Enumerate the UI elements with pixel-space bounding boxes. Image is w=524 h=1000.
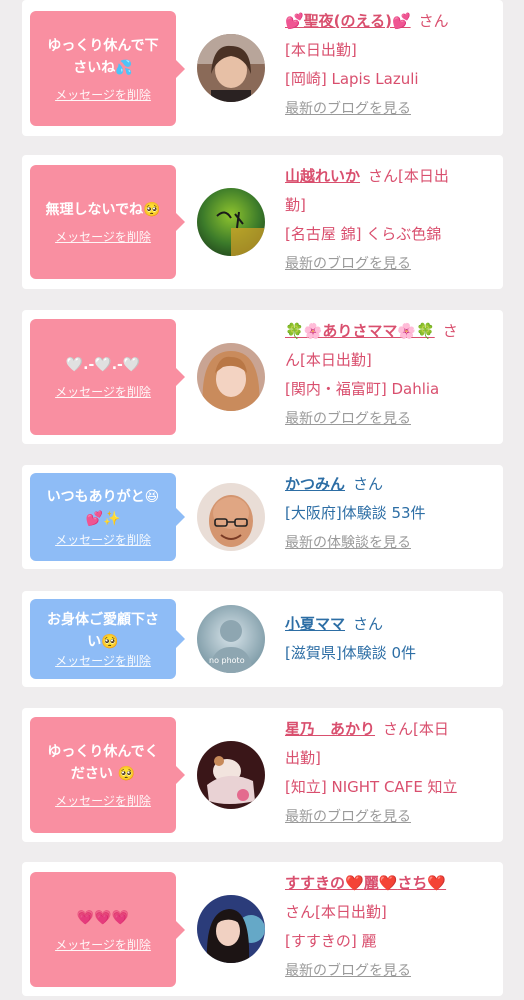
message-line: お身体ご愛顧下さ [47,612,159,628]
message-list: ゆっくり休んで下 さいね💦 メッセージを削除 💕聖夜(のえる)💕 さん [本日出勤… [0,0,524,1000]
message-card: いつもありがと😆 💕✨ メッセージを削除 かつみん さん [大阪府]体験談 53件… [22,465,503,569]
shop-text: [関内・福富町] Dahlia [285,380,440,398]
message-card: 💗💗💗 メッセージを削除 すすきの❤️麗❤️さち❤️ さん[本日出勤] [すすき… [22,862,503,996]
message-card: 🤍.-🤍.-🤍 メッセージを削除 🍀🌸ありさママ🌸🍀 さ ん[本日出勤] [関内・… [22,310,503,444]
user-name-link[interactable]: 💕聖夜(のえる)💕 [285,12,411,30]
status-text: さん[本日出勤] [285,903,387,921]
user-name-link[interactable]: 🍀🌸ありさママ🌸🍀 [285,322,435,340]
delete-message-link[interactable]: メッセージを削除 [55,793,151,809]
status-text: [本日出勤] [285,41,357,59]
honorific: さん [353,475,384,493]
message-bubble: 💗💗💗 メッセージを削除 [30,872,185,987]
avatar[interactable] [197,895,265,963]
user-info: 星乃 あかり さん[本日 出勤] [知立] NIGHT CAFE 知立 最新のブロ… [285,715,500,832]
message-line: ださい 🥺 [70,766,136,782]
user-name-link[interactable]: すすきの❤️麗❤️さち❤️ [285,874,446,892]
name-text: 麗 [363,874,379,892]
latest-blog-link[interactable]: 最新のブログを見る [285,101,411,117]
shop-text: [すすきの] 麗 [285,932,377,950]
message-text: ゆっくり休んでく ださい 🥺 [47,741,158,785]
latest-review-link[interactable]: 最新の体験談を見る [285,535,411,551]
message-bubble: お身体ご愛顧下さ い🥺 メッセージを削除 [30,599,185,679]
latest-blog-link[interactable]: 最新のブログを見る [285,256,411,272]
honorific: さ [442,322,458,340]
message-line: 💕✨ [85,511,121,527]
status-text: 勤] [285,196,306,214]
message-line: 💗💗💗 [76,909,130,926]
shop-text: [名古屋 錦] くらぶ色錦 [285,225,442,243]
message-bubble: ゆっくり休んで下 さいね💦 メッセージを削除 [30,11,185,126]
message-text: ゆっくり休んで下 さいね💦 [47,35,158,79]
message-bubble: 🤍.-🤍.-🤍 メッセージを削除 [30,319,185,435]
honorific: さん [353,615,384,633]
avatar[interactable] [197,343,265,411]
user-name-link[interactable]: 星乃 あかり [285,720,375,738]
message-line: さいね💦 [73,59,133,76]
message-card: お身体ご愛顧下さ い🥺 メッセージを削除 no photo 小夏ママ さん [滋… [22,591,503,687]
name-text: さち [397,874,428,892]
latest-blog-link[interactable]: 最新のブログを見る [285,411,411,427]
delete-message-link[interactable]: メッセージを削除 [55,87,151,103]
heart-icon: ❤️ [427,874,447,892]
user-name-link[interactable]: 小夏ママ [285,615,345,633]
message-text: お身体ご愛顧下さ い🥺 [47,609,159,653]
latest-blog-link[interactable]: 最新のブログを見る [285,809,411,825]
message-bubble: ゆっくり休んでく ださい 🥺 メッセージを削除 [30,717,185,833]
message-text: 無理しないでね🥺 [45,199,160,221]
user-info: 山越れいか さん[本日出 勤] [名古屋 錦] くらぶ色錦 最新のブログを見る [285,162,500,279]
heart-icon: ❤️ [378,874,398,892]
delete-message-link[interactable]: メッセージを削除 [55,532,151,548]
status-text: ん[本日出勤] [285,351,372,369]
message-card: ゆっくり休んでく ださい 🥺 メッセージを削除 星乃 あかり さん[本日 出勤] … [22,708,503,842]
message-text: 🤍.-🤍.-🤍 [66,354,141,376]
message-bubble: 無理しないでね🥺 メッセージを削除 [30,165,185,279]
honorific: さん [418,12,449,30]
avatar[interactable] [197,483,265,551]
delete-message-link[interactable]: メッセージを削除 [55,653,151,669]
message-line: 無理しないでね🥺 [45,202,161,218]
latest-blog-link[interactable]: 最新のブログを見る [285,963,411,979]
message-text: いつもありがと😆 💕✨ [47,486,160,530]
message-text: 💗💗💗 [77,907,129,929]
message-line: いつもありがと😆 [46,489,160,505]
user-name-link[interactable]: かつみん [285,475,345,493]
message-line: ゆっくり休んで下 [47,37,159,54]
user-info: 💕聖夜(のえる)💕 さん [本日出勤] [岡崎] Lapis Lazuli 最新の… [285,7,500,124]
avatar[interactable] [197,741,265,809]
status-text: 出勤] [285,749,321,767]
name-text: すすきの [285,874,346,892]
message-bubble: いつもありがと😆 💕✨ メッセージを削除 [30,473,185,561]
review-count-text: [滋賀県]体験談 0件 [285,644,417,662]
honorific: さん[本日 [383,720,449,738]
avatar[interactable]: no photo [197,605,265,673]
user-info: 🍀🌸ありさママ🌸🍀 さ ん[本日出勤] [関内・福富町] Dahlia 最新のブロ… [285,317,500,434]
user-name-link[interactable]: 山越れいか [285,167,360,185]
user-info: かつみん さん [大阪府]体験談 53件 最新の体験談を見る [285,470,500,558]
shop-text: [岡崎] Lapis Lazuli [285,70,419,88]
user-info: すすきの❤️麗❤️さち❤️ さん[本日出勤] [すすきの] 麗 最新のブログを見… [285,869,500,986]
svg-text:no photo: no photo [209,656,245,665]
shop-text: [知立] NIGHT CAFE 知立 [285,778,458,796]
user-info: 小夏ママ さん [滋賀県]体験談 0件 [285,610,500,668]
delete-message-link[interactable]: メッセージを削除 [55,229,151,245]
message-line: い🥺 [87,634,119,650]
review-count-text: [大阪府]体験談 53件 [285,504,426,522]
message-card: ゆっくり休んで下 さいね💦 メッセージを削除 💕聖夜(のえる)💕 さん [本日出勤… [22,0,503,136]
delete-message-link[interactable]: メッセージを削除 [55,384,151,400]
message-card: 無理しないでね🥺 メッセージを削除 山越れいか さん[本日出 勤] [名古屋 錦… [22,155,503,289]
avatar[interactable] [197,188,265,256]
message-line: ゆっくり休んでく [47,744,159,760]
message-line: 🤍.-🤍.-🤍 [65,357,141,373]
honorific: さん[本日出 [368,167,449,185]
heart-icon: ❤️ [345,874,364,892]
delete-message-link[interactable]: メッセージを削除 [55,937,151,953]
avatar[interactable] [197,34,265,102]
